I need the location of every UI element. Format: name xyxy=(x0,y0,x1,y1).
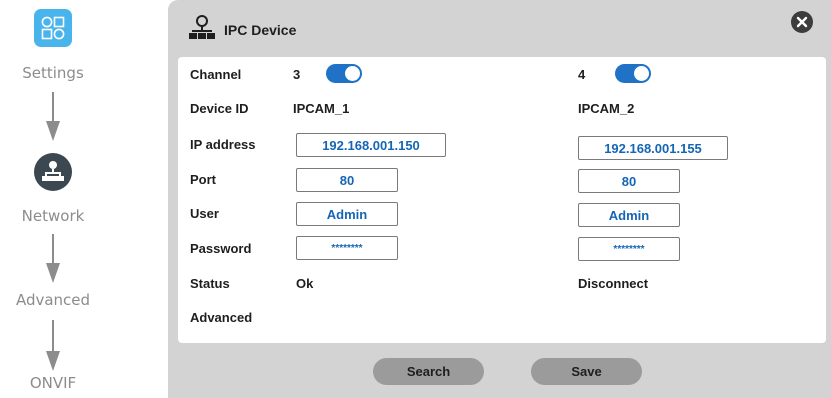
advanced-label[interactable]: Advanced xyxy=(190,310,252,325)
dialog-title: IPC Device xyxy=(224,22,297,38)
down-arrow-icon xyxy=(46,92,60,141)
ip-address-label: IP address xyxy=(190,137,256,152)
status-value: Disconnect xyxy=(578,276,649,291)
channel-number: 3 xyxy=(293,67,301,82)
device-settings-panel: Channel Device ID IP address Port User P… xyxy=(178,57,826,343)
ipc-device-dialog: IPC Device Channel Device ID IP address … xyxy=(168,0,831,398)
channel-label: Channel xyxy=(190,67,242,82)
device-id-value: IPCAM_2 xyxy=(578,101,635,116)
channel-enable-toggle[interactable] xyxy=(326,64,362,83)
settings-grid-icon[interactable] xyxy=(34,9,72,47)
close-icon xyxy=(796,16,808,28)
channel-enable-toggle[interactable] xyxy=(615,64,651,83)
sidebar-step-network[interactable]: Network xyxy=(0,207,106,225)
password-field[interactable] xyxy=(578,237,680,261)
port-label: Port xyxy=(190,172,216,187)
ip-address-field[interactable] xyxy=(296,133,446,157)
password-label: Password xyxy=(190,241,252,256)
network-icon[interactable] xyxy=(34,153,72,191)
search-button[interactable]: Search xyxy=(373,358,484,385)
device-id-value: IPCAM_1 xyxy=(293,101,350,116)
down-arrow-icon xyxy=(46,234,60,283)
dialog-header: IPC Device xyxy=(168,0,831,57)
device-id-label: Device ID xyxy=(190,101,249,116)
user-field[interactable] xyxy=(578,203,680,227)
channel-number: 4 xyxy=(578,67,586,82)
workflow-sidebar: Settings Network Advanced ONVIF xyxy=(0,0,112,398)
user-field[interactable] xyxy=(296,202,398,226)
status-value: Ok xyxy=(296,276,314,291)
port-field[interactable] xyxy=(296,168,398,192)
sidebar-step-settings[interactable]: Settings xyxy=(0,64,106,82)
down-arrow-icon xyxy=(46,320,60,371)
sidebar-step-advanced[interactable]: Advanced xyxy=(0,291,106,309)
save-button[interactable]: Save xyxy=(531,358,642,385)
ip-address-field[interactable] xyxy=(578,136,728,160)
password-field[interactable] xyxy=(296,236,398,260)
status-label: Status xyxy=(190,276,230,291)
network-device-icon xyxy=(189,15,215,39)
close-button[interactable] xyxy=(791,11,813,33)
port-field[interactable] xyxy=(578,169,680,193)
sidebar-step-onvif[interactable]: ONVIF xyxy=(0,374,106,392)
user-label: User xyxy=(190,206,219,221)
